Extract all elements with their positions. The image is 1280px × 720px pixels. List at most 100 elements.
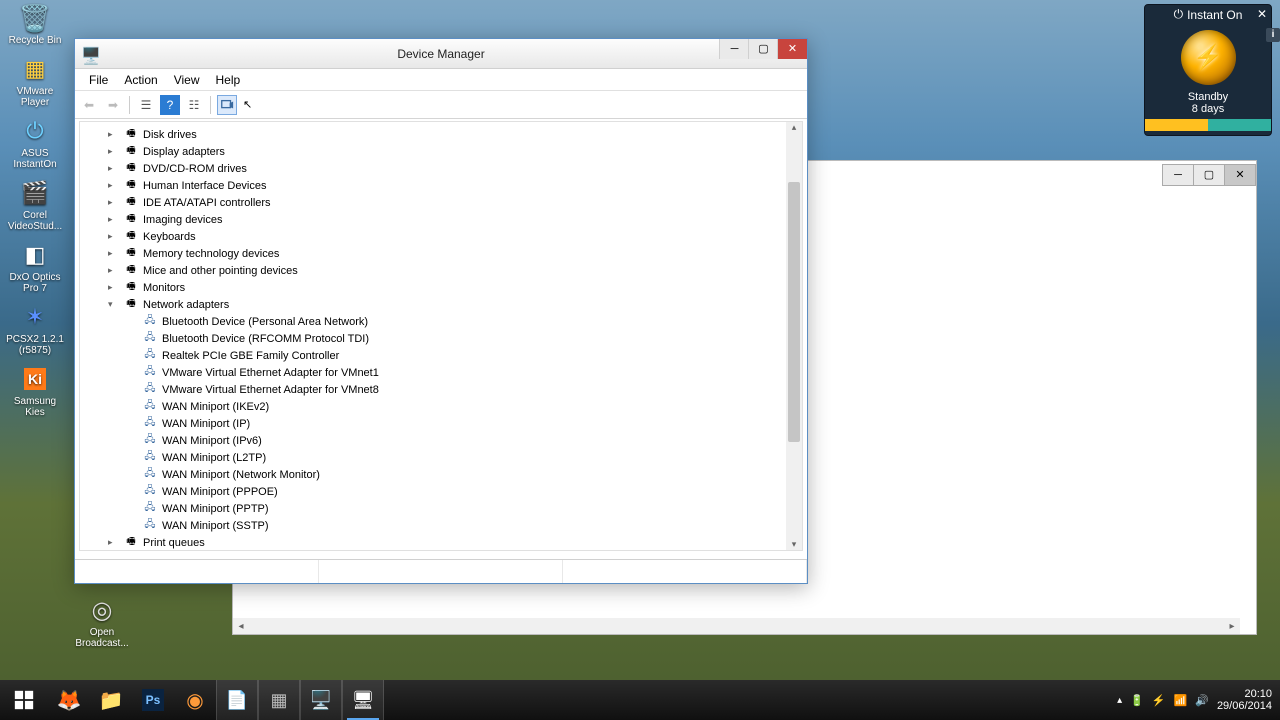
tree-node-child[interactable]: 🖧WAN Miniport (L2TP) xyxy=(80,449,802,466)
vmware-task-icon: ▦ xyxy=(270,690,287,711)
desktop-icon-vmware[interactable]: ▦ VMware Player xyxy=(5,54,65,108)
toolbar-help-button[interactable]: ? xyxy=(160,95,180,115)
tree-node-child[interactable]: 🖧WAN Miniport (IP) xyxy=(80,415,802,432)
windows-logo-icon xyxy=(13,689,35,711)
category-icon: 🖷 xyxy=(123,536,139,550)
tree-node-child[interactable]: 🖧Realtek PCIe GBE Family Controller xyxy=(80,347,802,364)
devmgr-close-button[interactable] xyxy=(777,39,807,59)
category-icon: 🖷 xyxy=(123,247,139,261)
devmgr-titlebar[interactable]: 🖥️ Device Manager xyxy=(75,39,807,69)
taskbar-vmware[interactable]: ▦ xyxy=(258,680,300,720)
tree-label: WAN Miniport (PPTP) xyxy=(162,503,269,515)
desktop-icon-recycle-bin[interactable]: 🗑️ Recycle Bin xyxy=(5,3,65,46)
notepad-h-scrollbar[interactable] xyxy=(233,618,1240,634)
notepad-icon: 📄 xyxy=(226,690,248,711)
tree-node[interactable]: ▸🖷Memory technology devices xyxy=(80,245,802,262)
tree-node-child[interactable]: 🖧WAN Miniport (SSTP) xyxy=(80,517,802,534)
expand-icon[interactable]: ▸ xyxy=(108,197,119,208)
category-icon: 🖷 xyxy=(123,281,139,295)
tree-node[interactable]: ▸🖷Disk drives xyxy=(80,126,802,143)
expand-icon[interactable]: ▸ xyxy=(108,248,119,259)
taskbar-explorer[interactable]: 📁 xyxy=(90,680,132,720)
tree-node[interactable]: ▸🖷Human Interface Devices xyxy=(80,177,802,194)
expand-icon[interactable]: ▸ xyxy=(108,231,119,242)
adapter-icon: 🖧 xyxy=(142,349,158,363)
device-tree[interactable]: ▸🖷Disk drives▸🖷Display adapters▸🖷DVD/CD-… xyxy=(79,121,803,551)
menu-help[interactable]: Help xyxy=(208,71,249,89)
menu-view[interactable]: View xyxy=(166,71,208,89)
tree-label: Print queues xyxy=(143,537,205,549)
taskbar-clock[interactable]: 20:10 29/06/2014 xyxy=(1217,688,1272,712)
expand-icon[interactable]: ▸ xyxy=(108,163,119,174)
devmgr-minimize-button[interactable] xyxy=(719,39,749,59)
desktop-icon-label: Samsung Kies xyxy=(14,396,56,418)
tree-node-child[interactable]: 🖧WAN Miniport (Network Monitor) xyxy=(80,466,802,483)
tree-node[interactable]: ▸🖷Keyboards xyxy=(80,228,802,245)
desktop-icon-samsung-kies[interactable]: Ki Samsung Kies xyxy=(5,364,65,418)
desktop-icon-asus-instanton[interactable]: ⏻ ASUS InstantOn xyxy=(5,116,65,170)
tree-node-child[interactable]: 🖧WAN Miniport (IPv6) xyxy=(80,432,802,449)
tree-node[interactable]: ▸🖷Display adapters xyxy=(80,143,802,160)
tree-node[interactable]: ▸🖷IDE ATA/ATAPI controllers xyxy=(80,194,802,211)
expand-icon[interactable]: ▸ xyxy=(108,180,119,191)
notepad-close-button[interactable] xyxy=(1224,164,1256,186)
expand-icon[interactable]: ▸ xyxy=(108,265,119,276)
tree-node-child[interactable]: 🖧WAN Miniport (IKEv2) xyxy=(80,398,802,415)
taskbar-devmgr[interactable]: 🖥 xyxy=(342,680,384,720)
taskbar-wmp[interactable]: ◉ xyxy=(174,680,216,720)
taskbar-photoshop[interactable]: Ps xyxy=(132,680,174,720)
tree-node-child[interactable]: 🖧VMware Virtual Ethernet Adapter for VMn… xyxy=(80,364,802,381)
adapter-icon: 🖧 xyxy=(142,468,158,482)
expand-icon[interactable]: ▸ xyxy=(108,537,119,548)
tree-node-child[interactable]: 🖧Bluetooth Device (RFCOMM Protocol TDI) xyxy=(80,330,802,347)
expand-icon[interactable]: ▸ xyxy=(108,282,119,293)
gadget-info-icon[interactable]: i xyxy=(1266,28,1280,42)
tree-node[interactable]: ▸ 🖷 Print queues xyxy=(80,534,802,551)
desktop-icon-obs[interactable]: ◎ Open Broadcast... xyxy=(72,595,132,649)
notepad-minimize-button[interactable] xyxy=(1162,164,1194,186)
tray-battery-icon[interactable]: 🔋 xyxy=(1130,694,1144,707)
menu-file[interactable]: File xyxy=(81,71,116,89)
toolbar-properties-button[interactable]: ☰ xyxy=(136,95,156,115)
tree-label: Mice and other pointing devices xyxy=(143,265,298,277)
tree-node-child[interactable]: 🖧WAN Miniport (PPTP) xyxy=(80,500,802,517)
toolbar-show-hidden-button[interactable]: ☷ xyxy=(184,95,204,115)
clock-time: 20:10 xyxy=(1217,688,1272,700)
notepad-maximize-button[interactable] xyxy=(1193,164,1225,186)
desktop-icon-pcsx2[interactable]: ✶ PCSX2 1.2.1 (r5875) xyxy=(5,302,65,356)
tree-node-child[interactable]: 🖧VMware Virtual Ethernet Adapter for VMn… xyxy=(80,381,802,398)
expand-icon[interactable]: ▾ xyxy=(108,299,119,310)
tree-node[interactable]: ▸🖷Mice and other pointing devices xyxy=(80,262,802,279)
tree-node[interactable]: ▸🖷Imaging devices xyxy=(80,211,802,228)
category-icon: 🖷 xyxy=(123,230,139,244)
tree-node[interactable]: ▾🖷Network adapters xyxy=(80,296,802,313)
desktop-icon-label: Corel VideoStud... xyxy=(8,210,62,232)
tree-node[interactable]: ▸🖷DVD/CD-ROM drives xyxy=(80,160,802,177)
start-button[interactable] xyxy=(0,680,48,720)
expand-icon[interactable]: ▸ xyxy=(108,146,119,157)
expand-icon[interactable]: ▸ xyxy=(108,129,119,140)
taskbar-firefox[interactable]: 🦊 xyxy=(48,680,90,720)
devmgr-maximize-button[interactable] xyxy=(748,39,778,59)
gadget-close-icon[interactable]: ✕ xyxy=(1253,5,1271,23)
instant-on-orb[interactable]: ⚡ xyxy=(1181,30,1236,85)
tree-node-child[interactable]: 🖧Bluetooth Device (Personal Area Network… xyxy=(80,313,802,330)
desktop-icon-corel[interactable]: 🎬 Corel VideoStud... xyxy=(5,178,65,232)
taskbar-notepad[interactable]: 📄 xyxy=(216,680,258,720)
toolbar-scan-hardware-button[interactable] xyxy=(217,95,237,115)
category-icon: 🖷 xyxy=(123,128,139,142)
taskbar-obs[interactable]: 🖥️ xyxy=(300,680,342,720)
tray-instanton-icon[interactable]: ⚡ xyxy=(1152,694,1166,707)
tray-volume-icon[interactable]: 🔊 xyxy=(1195,694,1209,707)
tree-label: DVD/CD-ROM drives xyxy=(143,163,247,175)
tree-node-child[interactable]: 🖧WAN Miniport (PPPOE) xyxy=(80,483,802,500)
scrollbar-thumb[interactable] xyxy=(788,182,800,442)
expand-icon[interactable]: ▸ xyxy=(108,214,119,225)
tray-show-hidden-icon[interactable]: ▴ xyxy=(1117,695,1122,706)
tree-label: WAN Miniport (IKEv2) xyxy=(162,401,269,413)
tree-node[interactable]: ▸🖷Monitors xyxy=(80,279,802,296)
menu-action[interactable]: Action xyxy=(116,71,165,89)
tree-scrollbar[interactable] xyxy=(786,122,802,550)
desktop-icon-dxo[interactable]: ◧ DxO Optics Pro 7 xyxy=(5,240,65,294)
tray-network-icon[interactable]: 📶 xyxy=(1174,694,1188,707)
